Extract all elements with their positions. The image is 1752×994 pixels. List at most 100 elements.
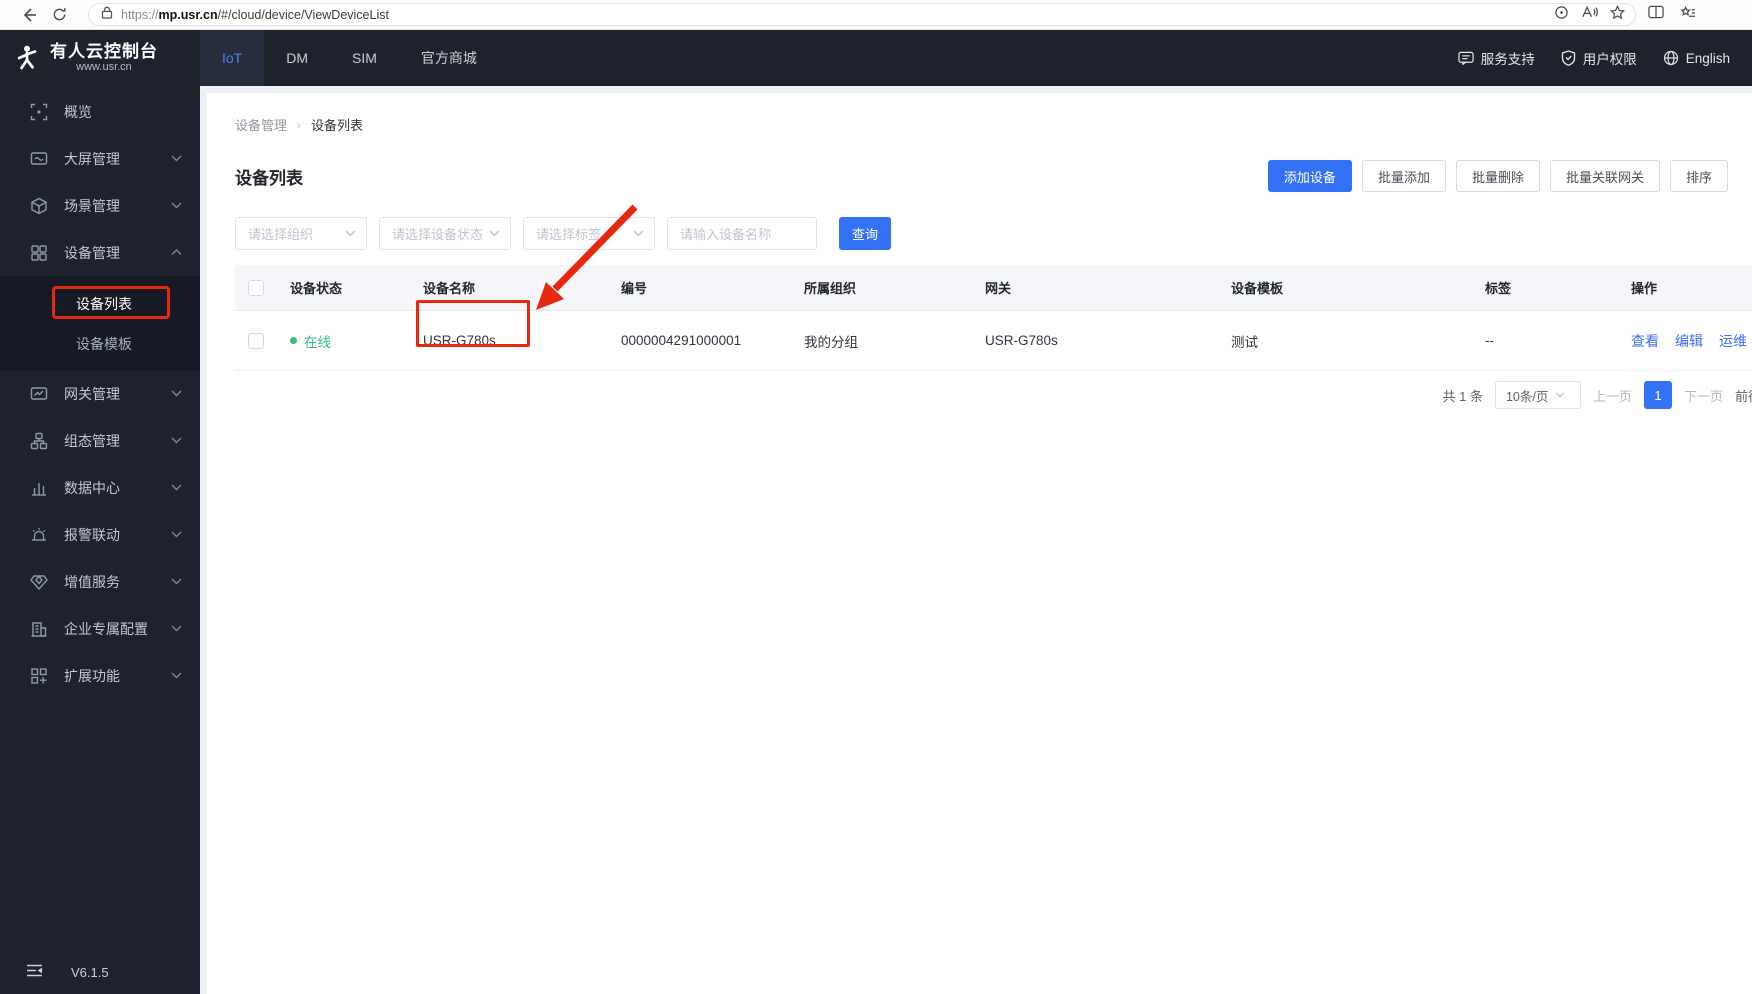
sidebar-item-device-management[interactable]: 设备管理 — [0, 229, 200, 276]
header-device-status: 设备状态 — [290, 281, 343, 296]
device-tag-cell: -- — [1485, 333, 1494, 348]
page-size-select[interactable]: 10条/页 — [1494, 381, 1581, 409]
gateway-icon — [30, 386, 48, 400]
read-aloud-icon[interactable] — [1581, 5, 1598, 24]
split-screen-icon[interactable] — [1648, 5, 1664, 24]
batch-add-button[interactable]: 批量添加 — [1361, 160, 1446, 192]
top-navigation: 有人云控制台 www.usr.cn IoT DM SIM 官方商城 服务支持 用… — [0, 30, 1752, 86]
collections-icon[interactable] — [1680, 5, 1696, 25]
language-link[interactable]: English — [1663, 50, 1730, 66]
tab-iot[interactable]: IoT — [200, 30, 265, 86]
chevron-down-icon — [171, 531, 182, 538]
brand[interactable]: 有人云控制台 www.usr.cn — [0, 30, 200, 86]
chevron-down-icon — [171, 390, 182, 397]
gem-icon — [30, 574, 48, 590]
device-table: 设备状态 设备名称 编号 所属组织 网关 设备模板 标签 操作 在线 USR-G… — [235, 265, 1752, 371]
bar-chart-icon — [32, 482, 46, 496]
sidebar-item-extended-functions[interactable]: 扩展功能 — [0, 652, 200, 699]
batch-link-gateway-button[interactable]: 批量关联网关 — [1549, 160, 1660, 192]
add-device-button[interactable]: 添加设备 — [1267, 160, 1352, 192]
device-name-input[interactable]: 请输入设备名称 — [667, 217, 817, 250]
brand-title: 有人云控制台 — [50, 42, 158, 61]
device-name-cell: USR-G780s — [423, 333, 496, 348]
breadcrumb-parent[interactable]: 设备管理 — [235, 115, 287, 134]
search-button[interactable]: 查询 — [839, 217, 891, 250]
sidebar-item-enterprise-config[interactable]: 企业专属配置 — [0, 605, 200, 652]
tab-dm[interactable]: DM — [264, 30, 330, 86]
header-actions: 操作 — [1631, 281, 1658, 296]
edit-link[interactable]: 编辑 — [1675, 331, 1703, 351]
tag-select[interactable]: 请选择标签 — [523, 217, 655, 250]
sidebar-item-scada-management[interactable]: 组态管理 — [0, 417, 200, 464]
usr-logo-icon — [17, 45, 37, 70]
breadcrumb-separator-icon: › — [297, 117, 302, 132]
chevron-down-icon — [171, 202, 182, 209]
breadcrumb: 设备管理 › 设备列表 — [235, 93, 1752, 134]
alarm-icon — [32, 527, 46, 541]
header-gateway: 网关 — [985, 281, 1012, 296]
globe-icon — [1663, 50, 1678, 66]
chevron-down-icon — [345, 230, 356, 237]
product-tabs: IoT DM SIM 官方商城 — [200, 30, 499, 86]
status-badge: 在线 — [290, 331, 415, 351]
select-all-checkbox[interactable] — [248, 279, 264, 296]
service-support-link[interactable]: 服务支持 — [1458, 48, 1535, 68]
next-page-button[interactable]: 下一页 — [1684, 386, 1723, 405]
tab-sim[interactable]: SIM — [330, 30, 399, 86]
sidebar-item-screen-management[interactable]: 大屏管理 — [0, 135, 200, 182]
chevron-down-icon — [171, 155, 182, 162]
prev-page-button[interactable]: 上一页 — [1593, 386, 1632, 405]
ops-link[interactable]: 运维 — [1719, 331, 1747, 351]
device-status-select[interactable]: 请选择设备状态 — [379, 217, 511, 250]
screen-icon — [30, 151, 48, 165]
org-select[interactable]: 请选择组织 — [235, 217, 367, 250]
sidebar-item-value-added-services[interactable]: 增值服务 — [0, 558, 200, 605]
building-icon — [31, 621, 47, 637]
view-link[interactable]: 查看 — [1631, 331, 1659, 351]
chevron-down-icon — [171, 672, 182, 679]
browser-toolbar: https://mp.usr.cn/#/cloud/device/ViewDev… — [0, 0, 1752, 30]
sidebar-item-overview[interactable]: 概览 — [0, 88, 200, 135]
header-device-sn: 编号 — [621, 281, 648, 296]
sidebar-subitem-device-template[interactable]: 设备模板 — [0, 324, 200, 364]
row-checkbox[interactable] — [248, 332, 264, 349]
pagination: 共 1 条 10条/页 上一页 1 下一页 前往 — [235, 381, 1752, 409]
header-tag: 标签 — [1485, 281, 1512, 296]
pagination-total: 共 1 条 — [1442, 388, 1483, 404]
sidebar-item-gateway-management[interactable]: 网关管理 — [0, 370, 200, 417]
collapse-sidebar-icon[interactable] — [26, 964, 43, 980]
online-dot-icon — [290, 337, 297, 344]
device-org-cell: 我的分组 — [804, 334, 858, 350]
goto-page-label: 前往 — [1734, 388, 1752, 404]
location-icon[interactable] — [1554, 5, 1569, 25]
header-template: 设备模板 — [1231, 281, 1284, 296]
sidebar-item-alarm-linkage[interactable]: 报警联动 — [0, 511, 200, 558]
main-content: 设备管理 › 设备列表 设备列表 添加设备 批量添加 批量删除 批量关联网关 排… — [200, 86, 1752, 994]
browser-back-icon[interactable] — [14, 4, 44, 26]
chevron-down-icon — [171, 437, 182, 444]
scada-icon — [30, 432, 48, 449]
device-gateway-cell: USR-G780s — [985, 333, 1058, 348]
device-sn-cell: 0000004291000001 — [621, 333, 742, 348]
batch-delete-button[interactable]: 批量删除 — [1455, 160, 1540, 192]
browser-refresh-icon[interactable] — [44, 4, 74, 26]
brand-subtitle: www.usr.cn — [76, 61, 132, 73]
overview-icon — [30, 103, 48, 120]
sidebar: 概览 大屏管理 场景管理 设备管理 设备列表 设备模板 网关管理 组态管理 数据… — [0, 86, 200, 994]
tab-official-mall[interactable]: 官方商城 — [399, 30, 499, 86]
table-row: 在线 USR-G780s 0000004291000001 我的分组 USR-G… — [235, 311, 1752, 371]
browser-address-bar[interactable]: https://mp.usr.cn/#/cloud/device/ViewDev… — [88, 3, 1636, 26]
page-title: 设备列表 — [235, 168, 303, 188]
sidebar-item-data-center[interactable]: 数据中心 — [0, 464, 200, 511]
favorite-star-icon[interactable] — [1609, 4, 1626, 25]
chevron-down-icon — [171, 484, 182, 491]
device-icon — [31, 244, 47, 261]
user-permission-link[interactable]: 用户权限 — [1561, 48, 1637, 68]
sidebar-item-scene-management[interactable]: 场景管理 — [0, 182, 200, 229]
sidebar-subitem-device-list[interactable]: 设备列表 — [0, 284, 200, 324]
sort-button[interactable]: 排序 — [1669, 160, 1728, 192]
chevron-down-icon — [1555, 392, 1572, 398]
page-number-1[interactable]: 1 — [1643, 381, 1672, 409]
breadcrumb-current: 设备列表 — [311, 118, 364, 133]
filter-row: 请选择组织 请选择设备状态 请选择标签 请输入设备名称 查询 — [235, 217, 1752, 250]
